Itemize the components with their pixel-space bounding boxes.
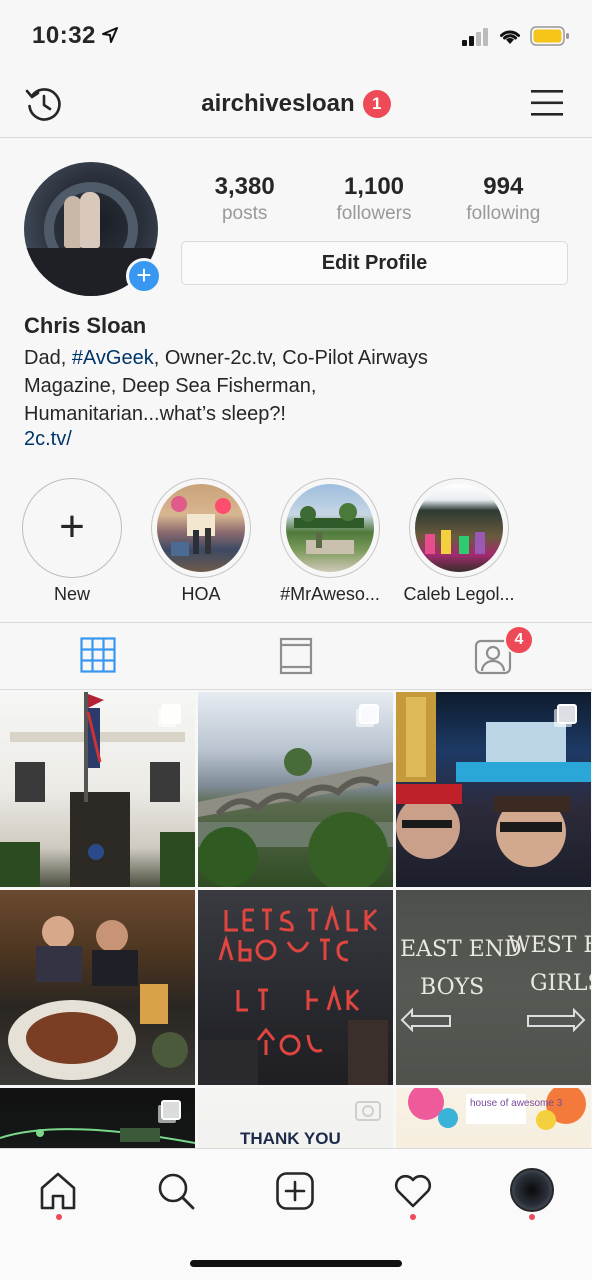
add-story-plus-icon[interactable]: + [126,258,162,294]
posts-grid: EAST END WEST END BOYS GIRLS THANK YOU h… [0,692,592,1148]
profile-tab-avatar[interactable] [510,1168,554,1212]
menu-icon[interactable] [530,88,564,118]
username: airchivesloan [201,90,355,117]
profile-header: airchivesloan 1 [0,70,592,138]
website-link[interactable]: 2c.tv/ [24,428,72,451]
post-thumbnail[interactable]: house of awesome 3 [396,1088,591,1148]
battery-icon [530,26,569,46]
post-thumbnail[interactable] [0,692,195,887]
bio-text: , Owner-2c.tv, Co-Pilot Airways [153,347,428,369]
chalk-text: GIRLS [530,971,591,996]
post-thumbnail[interactable] [0,1088,195,1148]
home-icon[interactable] [38,1171,78,1211]
profile-notification-dot [529,1214,535,1220]
plus-icon: + [59,502,85,551]
stat-value: 1,100 [343,173,405,200]
bio: Dad, #AvGeek, Owner-2c.tv, Co-Pilot Airw… [24,344,564,428]
highlight-label: HOA [181,584,221,604]
bio-line-2: Magazine, Deep Sea Fisherman, [24,375,317,397]
chalk-text: EAST END [400,937,522,962]
svg-text:house of awesome 3: house of awesome 3 [470,1098,563,1109]
stat-value: 3,380 [214,173,275,200]
chalk-text: BOYS [420,975,484,1000]
svg-text:THANK YOU: THANK YOU [240,1129,341,1148]
highlight-mrawesome[interactable]: #MrAweso... [265,478,395,605]
highlight-caleb-lego[interactable]: Caleb Legol... [394,478,524,605]
status-bar: 10:32 [0,0,592,70]
story-highlights: + New HOA #MrAweso... Caleb Legol... [0,478,592,608]
search-icon[interactable] [156,1171,196,1211]
multiple-photos-icon [359,704,379,724]
activity-notification-dot [410,1214,416,1220]
activity-heart-icon[interactable] [393,1171,433,1211]
multiple-photos-icon [557,704,577,724]
stat-label: followers [336,203,412,224]
bio-hashtag-link[interactable]: #AvGeek [72,347,154,369]
location-arrow-icon [102,27,118,43]
post-thumbnail[interactable]: THANK YOU [198,1088,393,1148]
post-thumbnail[interactable] [198,692,393,887]
multiple-photos-icon [161,1100,181,1120]
stat-posts[interactable]: 3,380 posts [180,172,309,226]
grid-icon[interactable] [80,637,116,673]
stat-label: following [466,203,541,224]
post-thumbnail[interactable] [0,890,195,1085]
highlight-new[interactable]: + New [7,478,137,605]
home-indicator [190,1260,402,1267]
post-thumbnail[interactable]: EAST END WEST END BOYS GIRLS [396,890,591,1085]
stat-label: posts [221,203,268,224]
post-thumbnail[interactable] [198,890,393,1085]
chalk-text: WEST END [508,933,591,958]
wifi-icon [500,30,520,44]
notification-badge: 1 [362,90,391,118]
stat-value: 994 [483,173,524,200]
clock: 10:32 [32,22,96,49]
full-name: Chris Sloan [24,313,147,338]
profile-stats: 3,380 posts 1,100 followers 994 followin… [180,172,568,226]
post-thumbnail[interactable] [396,692,591,887]
profile-tabs [0,622,592,690]
new-post-icon[interactable] [275,1171,315,1211]
account-switcher[interactable]: airchivesloan 1 [0,90,592,118]
bio-line-1: Dad, #AvGeek, Owner-2c.tv, Co-Pilot Airw… [24,344,564,372]
highlight-label: Caleb Legol... [403,584,515,604]
stat-following[interactable]: 994 following [439,172,568,226]
highlight-label: New [53,584,90,604]
highlight-hoa[interactable]: HOA [136,478,266,605]
feed-icon[interactable] [279,637,313,675]
highlight-label: #MrAweso... [280,584,380,604]
cell-signal-icon [462,28,488,46]
bio-text: Dad, [24,347,72,369]
home-notification-dot [56,1214,62,1220]
bio-line-3: Humanitarian...what’s sleep?! [24,403,286,425]
stat-followers[interactable]: 1,100 followers [309,172,438,226]
multiple-photos-icon [161,704,181,724]
edit-profile-button[interactable]: Edit Profile [181,241,568,285]
tagged-badge: 4 [504,625,534,655]
